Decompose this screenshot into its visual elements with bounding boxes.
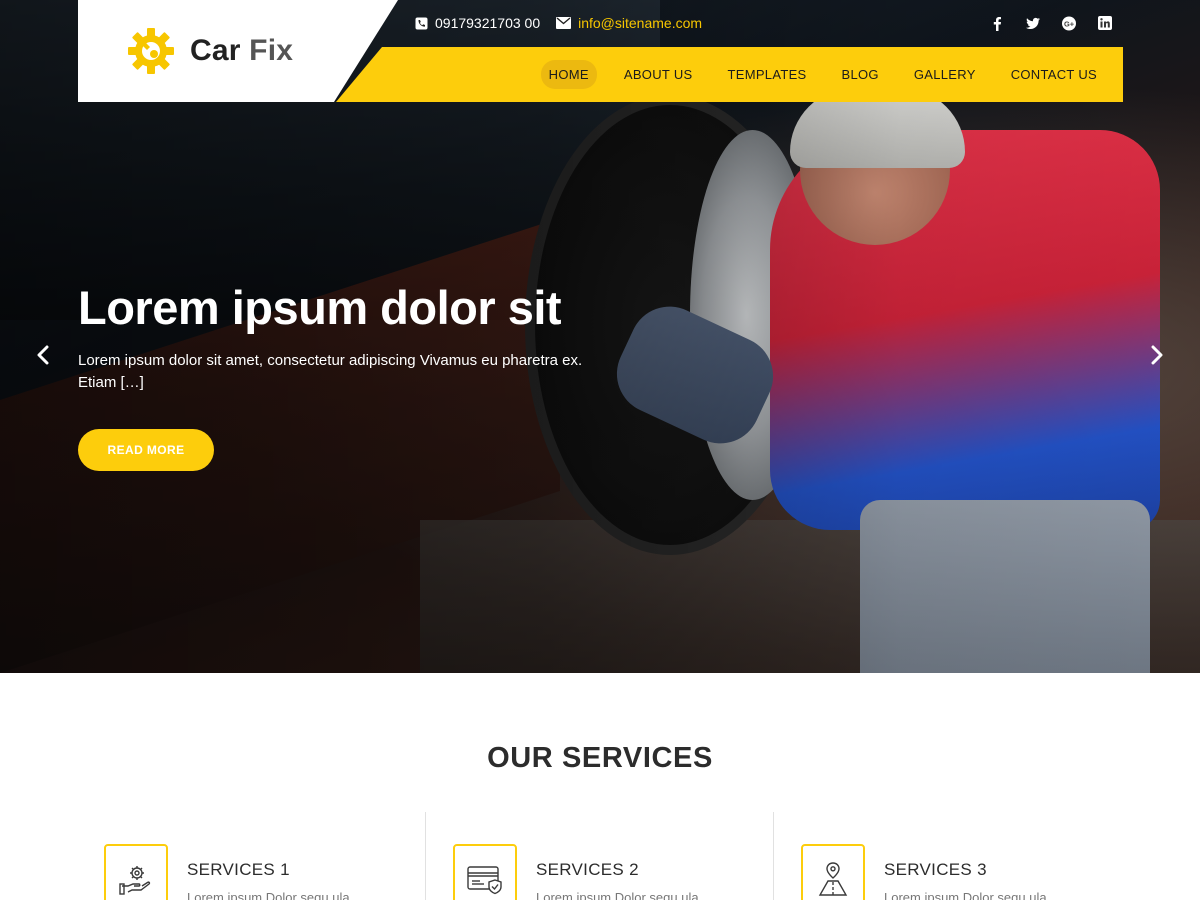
- card-shield-icon: [467, 866, 502, 895]
- phone-contact[interactable]: 09179321703 00: [415, 15, 540, 31]
- nav-item-home[interactable]: HOME: [540, 60, 597, 89]
- logo-text: Car Fix: [190, 34, 293, 68]
- service-2-icon-box: [453, 844, 517, 900]
- svg-text:G+: G+: [1064, 19, 1075, 28]
- gear-wrench-logo-icon: [128, 28, 174, 74]
- road-pin-icon: [818, 862, 848, 896]
- facebook-icon[interactable]: [990, 16, 1004, 31]
- social-links: G+: [990, 12, 1112, 34]
- service-1-name: SERVICES 1: [187, 860, 290, 879]
- service-card-1[interactable]: SERVICES 1 Lorem ipsum Dolor sequ ula: [78, 812, 426, 900]
- nav-item-templates[interactable]: TEMPLATES: [719, 60, 814, 89]
- service-card-3[interactable]: SERVICES 3 Lorem ipsum Dolor sequ ula: [773, 812, 1121, 900]
- main-navigation: HOME ABOUT US TEMPLATES BLOG GALLERY CON…: [336, 47, 1123, 102]
- read-more-button[interactable]: READ MORE: [78, 429, 214, 471]
- email-address: info@sitename.com: [578, 15, 703, 31]
- logo-text-car: Car: [190, 34, 241, 67]
- services-heading: OUR SERVICES: [487, 742, 713, 774]
- service-1-text: Lorem ipsum Dolor sequ ula: [187, 890, 350, 900]
- service-3-icon-box: [801, 844, 865, 900]
- hero-description: Lorem ipsum dolor sit amet, consectetur …: [78, 352, 583, 391]
- service-3-text: Lorem ipsum Dolor sequ ula: [884, 890, 1047, 900]
- linkedin-icon[interactable]: [1098, 16, 1112, 30]
- google-plus-icon[interactable]: G+: [1062, 16, 1076, 30]
- service-2-name: SERVICES 2: [536, 860, 639, 879]
- nav-item-gallery[interactable]: GALLERY: [906, 60, 984, 89]
- hero-title: Lorem ipsum dolor sit: [78, 281, 562, 334]
- nav-item-about-us[interactable]: ABOUT US: [616, 60, 701, 89]
- service-2-text: Lorem ipsum Dolor sequ ula: [536, 890, 699, 900]
- gear-hand-icon: [119, 866, 151, 895]
- envelope-icon: [556, 17, 572, 29]
- chevron-right-icon: [1151, 345, 1163, 365]
- slider-prev-button[interactable]: [33, 344, 53, 366]
- chevron-left-icon: [37, 345, 49, 365]
- service-3-name: SERVICES 3: [884, 860, 987, 879]
- service-1-icon-box: [104, 844, 168, 900]
- contact-topbar: 09179321703 00 info@sitename.com: [415, 12, 702, 34]
- phone-number: 09179321703 00: [435, 15, 541, 31]
- slider-next-button[interactable]: [1147, 344, 1167, 366]
- twitter-icon[interactable]: [1026, 16, 1040, 30]
- phone-icon: [415, 17, 428, 29]
- email-contact[interactable]: info@sitename.com: [556, 15, 702, 31]
- nav-item-contact-us[interactable]: CONTACT US: [1003, 60, 1105, 89]
- nav-item-blog[interactable]: BLOG: [834, 60, 887, 89]
- service-card-2[interactable]: SERVICES 2 Lorem ipsum Dolor sequ ula: [425, 812, 773, 900]
- logo-text-fix: Fix: [249, 34, 294, 67]
